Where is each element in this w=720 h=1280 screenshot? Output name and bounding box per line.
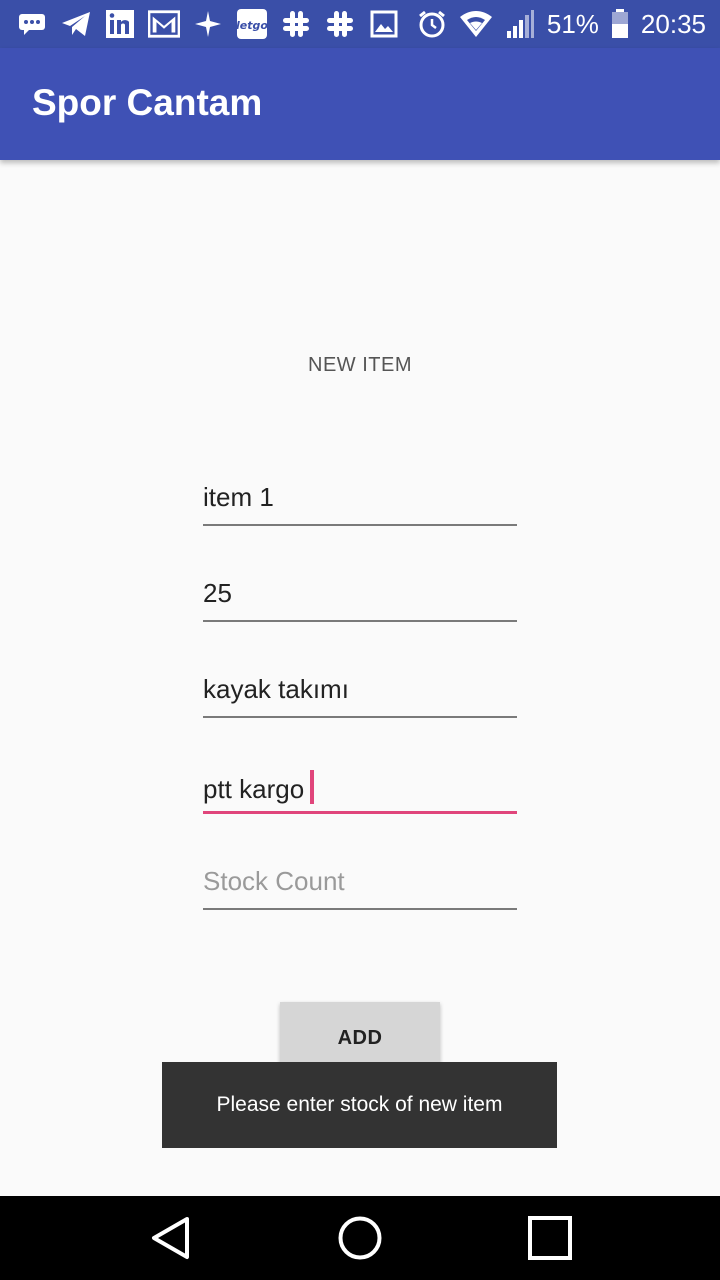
flight-icon (192, 8, 224, 40)
stock-count-placeholder: Stock Count (203, 866, 345, 896)
app-bar: Spor Cantam (0, 48, 720, 160)
price-field[interactable]: 25 (203, 572, 517, 622)
field-underline (203, 620, 517, 622)
svg-text:letgo: letgo (236, 19, 268, 32)
linkedin-icon (104, 8, 136, 40)
toast-message: Please enter stock of new item (162, 1062, 557, 1148)
letgo-icon: letgo (236, 8, 268, 40)
home-button[interactable] (338, 1216, 382, 1260)
clock: 20:35 (640, 8, 706, 39)
app-title: Spor Cantam (32, 82, 263, 123)
item-name-value: item 1 (203, 482, 274, 512)
item-name-field[interactable]: item 1 (203, 476, 517, 526)
slack-icon (280, 8, 312, 40)
shipping-value: ptt kargo (203, 774, 305, 804)
gmail-icon (148, 8, 180, 40)
description-value: kayak takımı (203, 674, 349, 704)
telegram-icon (60, 8, 92, 40)
wifi-icon (459, 10, 493, 38)
field-underline-focused (203, 811, 517, 814)
recents-button[interactable] (528, 1216, 572, 1260)
slack-icon (324, 8, 356, 40)
text-cursor (310, 770, 315, 804)
shipping-value-wrap: ptt kargo (203, 770, 315, 805)
back-triangle-icon (152, 1217, 189, 1259)
navigation-bar (0, 1196, 720, 1280)
section-label: NEW ITEM (308, 354, 412, 376)
stock-count-field[interactable]: Stock Count (203, 860, 517, 910)
field-underline (203, 908, 517, 910)
price-value: 25 (203, 578, 232, 608)
image-icon (368, 8, 400, 40)
status-bar: letgo 51% 20:35 (0, 0, 720, 48)
signal-icon (505, 9, 535, 39)
battery-percentage: 51% (546, 8, 599, 39)
notification-icons: letgo (16, 8, 400, 40)
home-circle-icon (338, 1216, 382, 1260)
battery-icon (611, 9, 629, 39)
recents-square-icon (528, 1216, 572, 1260)
field-underline (203, 716, 517, 718)
chat-bubble-icon (16, 8, 48, 40)
back-button[interactable] (148, 1216, 192, 1260)
description-field[interactable]: kayak takımı (203, 668, 517, 718)
field-underline (203, 524, 517, 526)
alarm-icon (417, 9, 447, 39)
system-icons: 51% 20:35 (417, 6, 706, 42)
shipping-field[interactable]: ptt kargo (203, 764, 517, 814)
